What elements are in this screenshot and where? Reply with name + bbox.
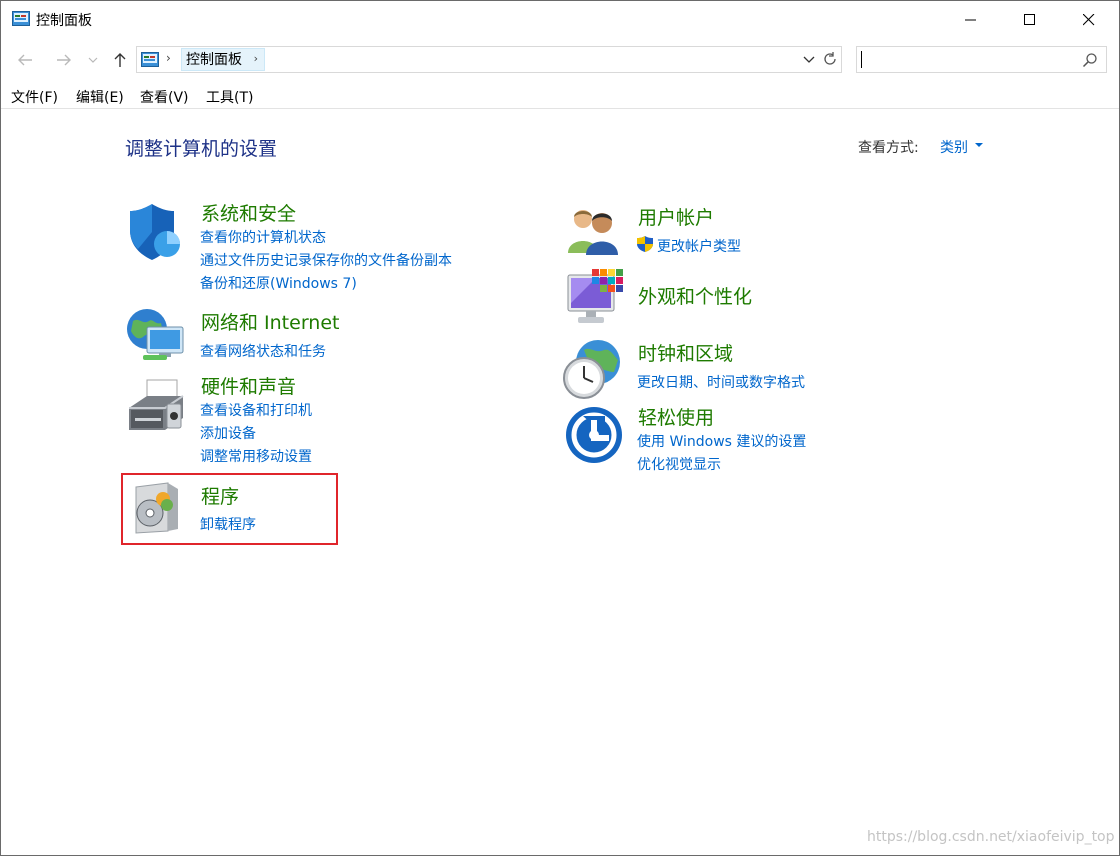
link-optimize-display[interactable]: 优化视觉显示 (637, 454, 721, 474)
ease-of-access-icon[interactable] (565, 406, 623, 464)
link-add-device[interactable]: 添加设备 (200, 423, 256, 443)
link-file-history-backup[interactable]: 通过文件历史记录保存你的文件备份副本 (200, 250, 452, 270)
menu-tools[interactable]: 工具(T) (206, 87, 253, 107)
view-by-dropdown[interactable]: 类别 (940, 137, 968, 157)
link-recommended-settings[interactable]: 使用 Windows 建议的设置 (637, 431, 806, 451)
forward-arrow-icon (57, 54, 71, 66)
uac-shield-icon (637, 236, 653, 252)
link-mobility-settings[interactable]: 调整常用移动设置 (200, 446, 312, 466)
category-hardware-sound[interactable]: 硬件和声音 (201, 372, 296, 399)
menu-edit[interactable]: 编辑(E) (76, 87, 124, 107)
category-system-security[interactable]: 系统和安全 (201, 199, 296, 226)
control-panel-icon (141, 52, 159, 67)
category-ease-of-access[interactable]: 轻松使用 (638, 403, 714, 430)
view-by-label: 查看方式: (858, 140, 919, 156)
title-bar[interactable]: 控制面板 (1, 1, 1119, 39)
page-title: 调整计算机的设置 (125, 138, 278, 160)
chevron-right-icon[interactable]: › (166, 51, 171, 65)
link-network-status[interactable]: 查看网络状态和任务 (200, 341, 326, 361)
refresh-icon[interactable] (821, 50, 839, 68)
recent-locations-button[interactable] (82, 47, 104, 73)
back-button[interactable] (12, 47, 38, 73)
chevron-right-icon[interactable]: › (254, 52, 258, 65)
up-button[interactable] (107, 47, 133, 73)
chevron-down-icon (88, 57, 98, 63)
programs-highlight-box (121, 473, 338, 545)
search-icon[interactable] (1082, 52, 1098, 68)
close-button[interactable] (1066, 1, 1112, 39)
menu-bar: 文件(F) 编辑(E) 查看(V) 工具(T) (1, 83, 1119, 109)
breadcrumb[interactable]: 控制面板 › (181, 48, 265, 71)
dropdown-arrow-icon[interactable] (975, 143, 983, 147)
category-user-accounts[interactable]: 用户帐户 (638, 203, 714, 230)
minimize-icon (965, 19, 976, 21)
link-change-date-time-format[interactable]: 更改日期、时间或数字格式 (637, 372, 805, 392)
text-caret (861, 51, 862, 68)
category-appearance[interactable]: 外观和个性化 (638, 282, 752, 309)
breadcrumb-label: 控制面板 (186, 52, 242, 68)
control-panel-window: 控制面板 › 控制面板 › 文件(F) 编辑(E) 查看(V) 工具(T) 调整… (0, 0, 1120, 856)
maximize-icon (1024, 14, 1035, 25)
minimize-button[interactable] (948, 1, 994, 39)
control-panel-icon (12, 11, 30, 26)
security-shield-icon[interactable] (127, 202, 183, 262)
link-change-account-type[interactable]: 更改帐户类型 (657, 236, 741, 256)
category-network-internet[interactable]: 网络和 Internet (201, 308, 339, 335)
menu-file[interactable]: 文件(F) (11, 87, 58, 107)
network-globe-icon[interactable] (125, 305, 187, 365)
appearance-monitor-icon[interactable] (566, 267, 626, 327)
link-view-computer-status[interactable]: 查看你的计算机状态 (200, 227, 326, 247)
up-arrow-icon (114, 53, 126, 67)
link-backup-restore[interactable]: 备份和还原(Windows 7) (200, 273, 357, 293)
user-accounts-icon[interactable] (566, 207, 622, 255)
category-clock-region[interactable]: 时钟和区域 (638, 339, 733, 366)
clock-region-icon[interactable] (562, 338, 624, 400)
forward-button[interactable] (51, 47, 77, 73)
close-icon (1083, 14, 1095, 26)
link-devices-printers[interactable]: 查看设备和打印机 (200, 400, 312, 420)
address-dropdown-icon[interactable] (801, 51, 817, 67)
search-input[interactable] (856, 46, 1107, 73)
back-arrow-icon (18, 54, 32, 66)
window-title: 控制面板 (36, 13, 92, 29)
printer-hardware-icon[interactable] (127, 378, 187, 436)
maximize-button[interactable] (1007, 1, 1053, 39)
address-bar[interactable]: › 控制面板 › (136, 46, 842, 73)
watermark-text: https://blog.csdn.net/xiaofeivip_top (867, 829, 1115, 845)
menu-view[interactable]: 查看(V) (140, 87, 189, 107)
